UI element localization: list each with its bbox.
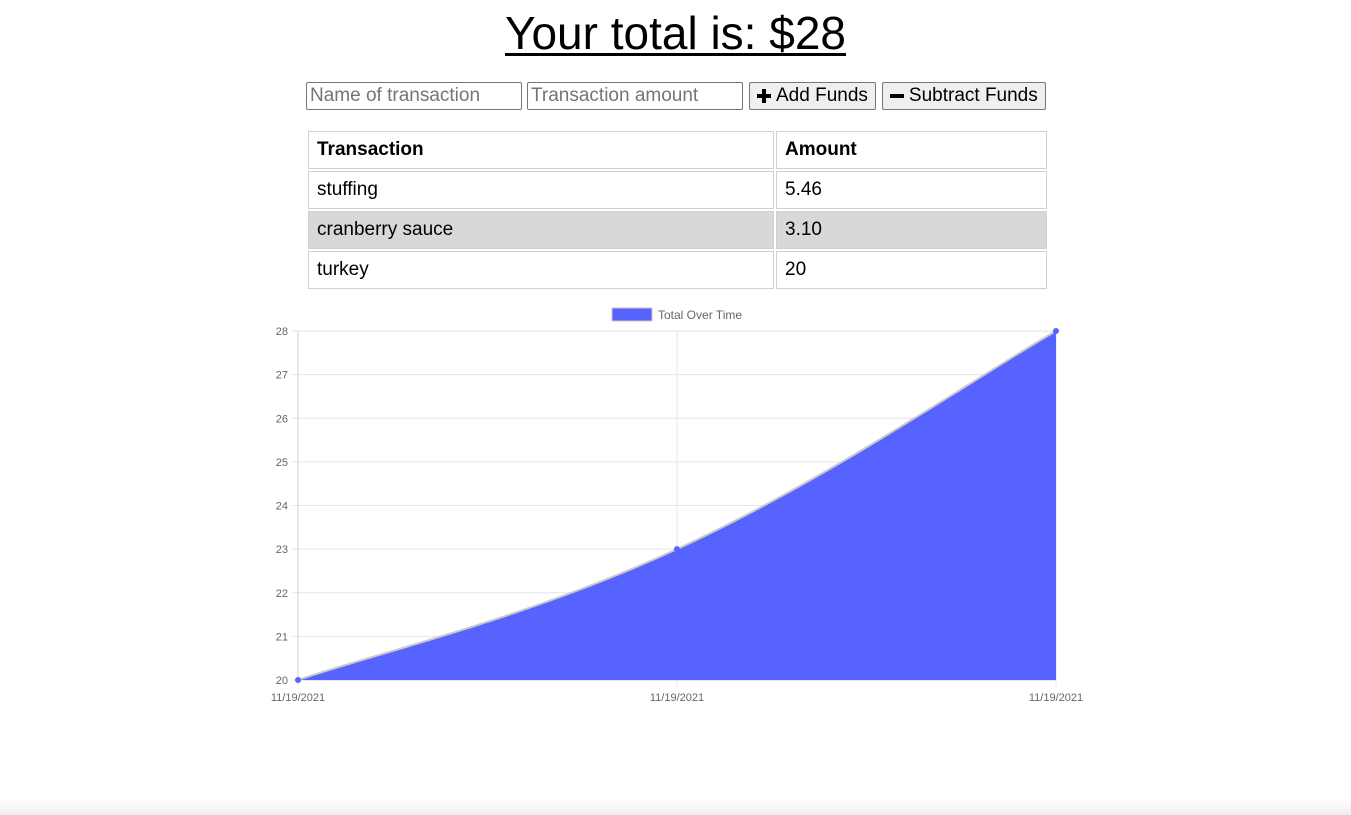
column-header-amount: Amount xyxy=(776,131,1047,169)
y-tick-label: 26 xyxy=(276,413,288,425)
table-row: stuffing 5.46 xyxy=(308,171,1047,209)
y-tick-label: 20 xyxy=(276,675,288,687)
total-over-time-chart: 20 21 22 23 24 25 26 27 28 11/19/2021 11/19/2021 11… xyxy=(0,300,1351,720)
y-tick-label: 24 xyxy=(276,501,288,513)
x-tick-label: 11/19/2021 xyxy=(1029,692,1083,704)
transaction-name-cell: cranberry sauce xyxy=(308,211,774,249)
chart-svg: 20 21 22 23 24 25 26 27 28 11/19/2021 11/19/2021 11… xyxy=(271,307,1083,704)
table-row: cranberry sauce 3.10 xyxy=(308,211,1047,249)
subtract-funds-button[interactable]: Subtract Funds xyxy=(881,82,1046,110)
page-title: Your total is: $28 xyxy=(505,7,846,59)
subtract-funds-label: Subtract Funds xyxy=(908,85,1038,106)
legend-label: Total Over Time xyxy=(658,308,742,322)
column-header-transaction: Transaction xyxy=(308,131,774,169)
add-funds-label: Add Funds xyxy=(776,85,868,106)
transaction-amount-cell: 3.10 xyxy=(776,211,1047,249)
budget-page: Your total is: $28 Add Funds Subtract Fu… xyxy=(0,0,1351,815)
y-tick-label: 28 xyxy=(276,326,288,338)
minus-icon xyxy=(889,89,904,103)
y-tick-label: 27 xyxy=(276,370,288,382)
data-point xyxy=(674,546,680,553)
table-header-row: Transaction Amount xyxy=(308,131,1047,169)
y-tick-label: 21 xyxy=(276,631,288,643)
page-bottom-edge xyxy=(0,797,1351,815)
table-row: turkey 20 xyxy=(308,251,1047,289)
transaction-form: Add Funds Subtract Funds xyxy=(306,82,1051,110)
transactions-table: Transaction Amount stuffing 5.46 cranber… xyxy=(306,129,1049,291)
transaction-amount-input[interactable] xyxy=(527,82,743,110)
y-tick-label: 22 xyxy=(276,588,288,600)
transaction-name-input[interactable] xyxy=(306,82,522,110)
transaction-amount-cell: 5.46 xyxy=(776,171,1047,209)
add-funds-button[interactable]: Add Funds xyxy=(749,82,876,110)
plus-icon xyxy=(757,89,771,103)
transaction-amount-cell: 20 xyxy=(776,251,1047,289)
data-point xyxy=(1053,328,1059,334)
x-tick-label: 11/19/2021 xyxy=(271,692,325,704)
transaction-name-cell: turkey xyxy=(308,251,774,289)
y-tick-label: 23 xyxy=(276,544,288,556)
x-tick-label: 11/19/2021 xyxy=(650,692,704,704)
y-tick-label: 25 xyxy=(276,457,288,469)
transaction-name-cell: stuffing xyxy=(308,171,774,209)
data-point xyxy=(295,677,301,683)
legend-swatch xyxy=(611,307,653,322)
